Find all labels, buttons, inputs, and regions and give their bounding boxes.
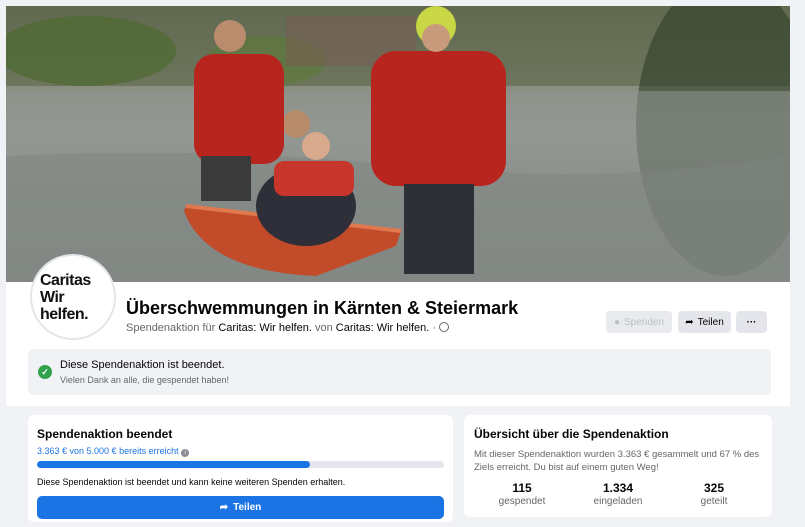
cover-photo xyxy=(6,6,790,282)
fundraiser-header-card: Caritas Wir helfen. Überschwemmungen in … xyxy=(6,6,790,406)
org-link-beneficiary[interactable]: Caritas: Wir helfen. xyxy=(218,322,312,334)
share-icon: ➦ xyxy=(219,502,229,513)
more-options-button[interactable]: ··· xyxy=(736,311,767,333)
raised-text: 3.363 € von 5.000 € bereits erreicht xyxy=(37,446,179,456)
share-icon: ➦ xyxy=(685,316,694,328)
flood-rescue-illustration xyxy=(6,6,790,282)
share-fundraiser-button[interactable]: ➦ Teilen xyxy=(37,496,444,519)
overview-title: Übersicht über die Spendenaktion xyxy=(474,427,669,441)
progress-fill xyxy=(37,461,310,468)
stat-shared: 325 geteilt xyxy=(669,481,759,507)
logo-text-line2: Wir helfen. xyxy=(40,288,89,323)
subtitle-prefix: Spendenaktion für xyxy=(126,322,216,334)
fundraiser-ended-notice: ✓ Diese Spendenaktion ist beendet. Viele… xyxy=(28,349,771,395)
donation-progress-bar xyxy=(37,461,444,468)
stat-donated: 115 gespendet xyxy=(477,481,567,507)
stat-label: eingeladen xyxy=(593,496,643,507)
raised-amount: 3.363 € von 5.000 € bereits erreicht i xyxy=(37,446,190,457)
check-icon: ✓ xyxy=(38,365,52,379)
overview-stats: 115 gespendet 1.334 eingeladen 325 getei… xyxy=(474,481,762,507)
overview-text: Mit dieser Spendenaktion wurden 3.363 € … xyxy=(474,449,760,473)
fundraiser-subtitle: Spendenaktion für Caritas: Wir helfen. v… xyxy=(126,322,450,334)
fundraiser-status-card: Spendenaktion beendet 3.363 € von 5.000 … xyxy=(28,415,453,522)
org-link-organizer[interactable]: Caritas: Wir helfen. xyxy=(336,322,430,334)
notice-subtitle: Vielen Dank an alle, die gespendet haben… xyxy=(60,375,229,385)
status-title: Spendenaktion beendet xyxy=(37,427,173,441)
globe-icon xyxy=(439,322,450,332)
more-icon: ··· xyxy=(746,316,757,328)
caritas-avatar-logo[interactable]: Caritas Wir helfen. xyxy=(30,254,116,340)
logo-text-line1: Caritas xyxy=(40,271,91,289)
stat-value: 115 xyxy=(512,481,532,495)
ended-note: Diese Spendenaktion ist beendet und kann… xyxy=(37,477,346,487)
stat-label: geteilt xyxy=(700,496,728,507)
donate-button[interactable]: ● Spenden xyxy=(606,311,672,333)
share-button[interactable]: ➦ Teilen xyxy=(678,311,731,333)
stat-value: 325 xyxy=(703,481,725,495)
stat-value: 1.334 xyxy=(602,481,634,495)
share-button-label: Teilen xyxy=(697,316,724,328)
info-icon[interactable]: i xyxy=(181,449,190,457)
donate-button-label: Spenden xyxy=(624,316,665,328)
donate-icon: ● xyxy=(613,316,620,328)
stat-invited: 1.334 eingeladen xyxy=(573,481,663,507)
share-fundraiser-label: Teilen xyxy=(233,502,262,513)
subtitle-dot: · xyxy=(432,322,437,334)
stat-label: gespendet xyxy=(498,496,546,507)
page-title: Überschwemmungen in Kärnten & Steiermark xyxy=(126,298,519,318)
fundraiser-overview-card: Übersicht über die Spendenaktion Mit die… xyxy=(464,415,772,517)
notice-title: Diese Spendenaktion ist beendet. xyxy=(60,359,225,371)
subtitle-mid: von xyxy=(314,322,333,334)
